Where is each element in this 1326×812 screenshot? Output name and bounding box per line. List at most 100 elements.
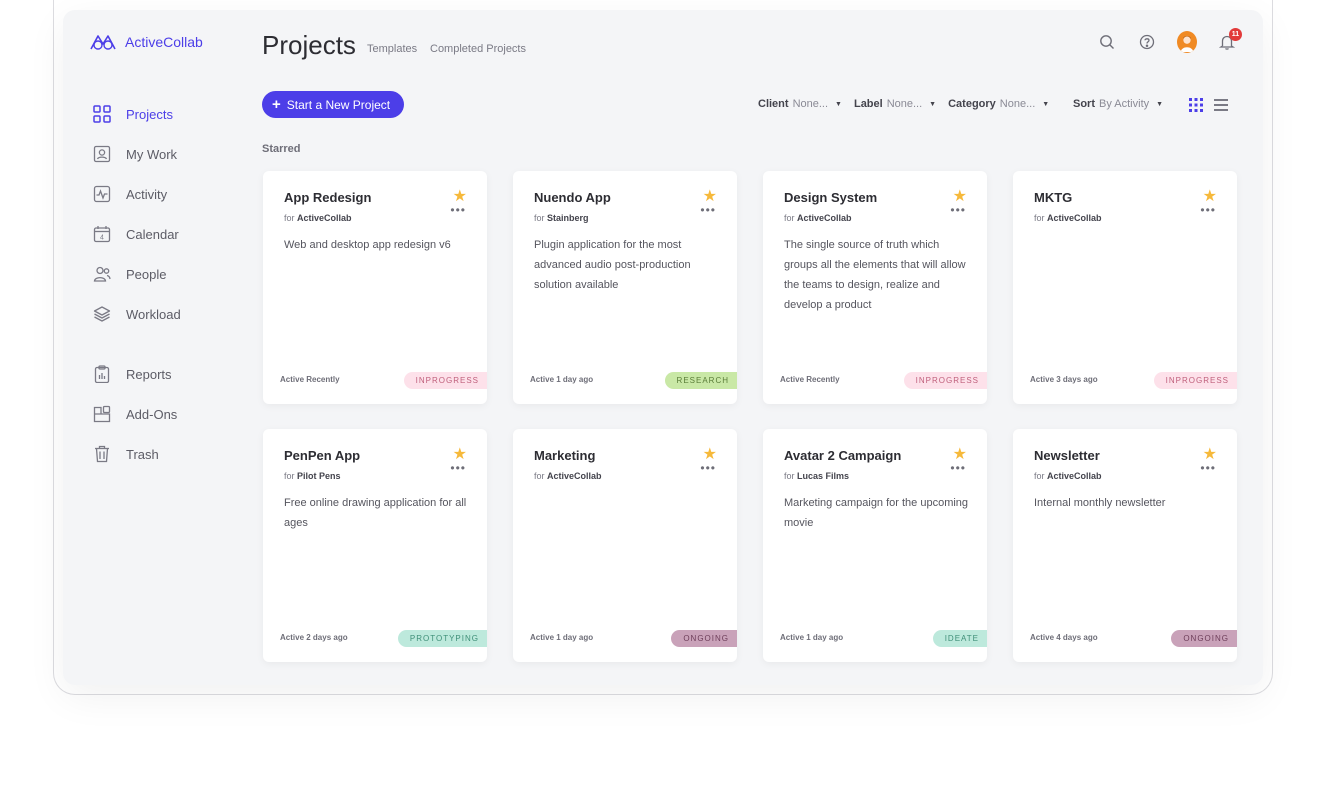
sidebar-item-my-work[interactable]: My Work bbox=[93, 134, 253, 174]
project-title: Marketing bbox=[534, 448, 596, 463]
grid-icon bbox=[93, 105, 111, 123]
project-card[interactable]: App Redesign for ActiveCollab Web and de… bbox=[263, 171, 487, 404]
project-description: Marketing campaign for the upcoming movi… bbox=[784, 497, 969, 529]
more-options-icon[interactable]: ••• bbox=[950, 204, 966, 216]
project-activity: Active Recently bbox=[780, 375, 840, 384]
start-new-project-label: Start a New Project bbox=[286, 97, 391, 112]
project-card[interactable]: Design System for ActiveCollab The singl… bbox=[763, 171, 987, 404]
sort-dropdown[interactable]: Sort By Activity ▼ bbox=[1073, 98, 1163, 110]
activity-icon bbox=[93, 185, 111, 203]
project-description: Web and desktop app redesign v6 bbox=[284, 239, 451, 251]
project-client: for ActiveCollab bbox=[1034, 213, 1102, 223]
sidebar-item-projects[interactable]: Projects bbox=[93, 94, 253, 134]
page-title: Projects bbox=[262, 30, 356, 60]
help-button[interactable] bbox=[1137, 32, 1157, 52]
project-client: for ActiveCollab bbox=[784, 213, 852, 223]
sort-value: By Activity bbox=[1099, 98, 1150, 110]
user-avatar-button[interactable] bbox=[1177, 31, 1197, 53]
sidebar-item-add-ons[interactable]: Add-Ons bbox=[93, 394, 253, 434]
project-activity: Active 3 days ago bbox=[1030, 375, 1098, 384]
label-filter-dropdown[interactable]: Label None... ▼ bbox=[854, 98, 936, 110]
templates-link[interactable]: Templates bbox=[367, 43, 417, 55]
project-card[interactable]: Avatar 2 Campaign for Lucas Films Market… bbox=[763, 429, 987, 662]
project-client: for ActiveCollab bbox=[284, 213, 352, 223]
filter-value: None... bbox=[792, 98, 829, 110]
more-options-icon[interactable]: ••• bbox=[700, 462, 716, 474]
sidebar-item-label: Activity bbox=[126, 186, 168, 202]
project-description: Free online drawing application for all … bbox=[284, 497, 467, 529]
client-name: Pilot Pens bbox=[297, 471, 341, 481]
project-client: for Pilot Pens bbox=[284, 471, 341, 481]
for-prefix: for bbox=[784, 471, 795, 481]
project-card[interactable]: Newsletter for ActiveCollab Internal mon… bbox=[1013, 429, 1237, 662]
filter-label: Category bbox=[948, 98, 996, 110]
sidebar-item-label: People bbox=[126, 266, 167, 282]
status-label: INPROGRESS bbox=[1153, 372, 1237, 389]
for-prefix: for bbox=[284, 213, 295, 223]
notifications-button[interactable]: 11 bbox=[1217, 28, 1242, 52]
project-card[interactable]: MKTG for ActiveCollab ★ ••• Active 3 day… bbox=[1013, 171, 1237, 404]
calendar-icon: 4 bbox=[93, 225, 111, 243]
client-name: Stainberg bbox=[547, 213, 589, 223]
project-client: for ActiveCollab bbox=[1034, 471, 1102, 481]
project-activity: Active 4 days ago bbox=[1030, 633, 1098, 642]
start-new-project-button[interactable]: + Start a New Project bbox=[262, 91, 405, 118]
list-view-toggle[interactable] bbox=[1214, 98, 1228, 117]
search-button[interactable] bbox=[1097, 32, 1117, 52]
sidebar-item-label: Workload bbox=[126, 306, 181, 322]
logo-text: ActiveCollab bbox=[125, 34, 203, 50]
sidebar-item-people[interactable]: People bbox=[93, 254, 253, 294]
project-client: for Lucas Films bbox=[784, 471, 849, 481]
app-window: ActiveCollab Projects My Work Activity 4 bbox=[63, 10, 1263, 685]
sidebar-item-trash[interactable]: Trash bbox=[93, 434, 253, 474]
completed-projects-link[interactable]: Completed Projects bbox=[430, 43, 526, 55]
clipboard-chart-icon bbox=[93, 365, 111, 383]
status-label: RESEARCH bbox=[664, 372, 737, 389]
category-filter-dropdown[interactable]: Category None... ▼ bbox=[948, 98, 1049, 110]
sidebar-item-activity[interactable]: Activity bbox=[93, 174, 253, 214]
sidebar-item-label: Calendar bbox=[126, 226, 179, 242]
calendar-day: 4 bbox=[100, 235, 104, 242]
client-filter-dropdown[interactable]: Client None... ▼ bbox=[758, 98, 842, 110]
sidebar-item-reports[interactable]: Reports bbox=[93, 354, 253, 394]
for-prefix: for bbox=[1034, 471, 1045, 481]
client-name: ActiveCollab bbox=[297, 213, 352, 223]
starred-section-label: Starred bbox=[262, 143, 301, 155]
filter-label: Client bbox=[758, 98, 789, 110]
status-label: IDEATE bbox=[932, 630, 987, 647]
help-icon bbox=[1139, 34, 1155, 50]
more-options-icon[interactable]: ••• bbox=[450, 204, 466, 216]
sidebar-item-label: Reports bbox=[126, 366, 172, 382]
project-card[interactable]: Nuendo App for Stainberg Plugin applicat… bbox=[513, 171, 737, 404]
for-prefix: for bbox=[534, 471, 545, 481]
more-options-icon[interactable]: ••• bbox=[950, 462, 966, 474]
caret-down-icon: ▼ bbox=[929, 100, 937, 108]
project-card[interactable]: Marketing for ActiveCollab ★ ••• Active … bbox=[513, 429, 737, 662]
project-title: MKTG bbox=[1034, 190, 1073, 205]
sidebar-item-label: Projects bbox=[126, 106, 173, 122]
for-prefix: for bbox=[1034, 213, 1045, 223]
client-name: Lucas Films bbox=[797, 471, 850, 481]
project-activity: Active Recently bbox=[280, 375, 340, 384]
notification-count-badge: 11 bbox=[1229, 28, 1242, 41]
sidebar-item-calendar[interactable]: 4 Calendar bbox=[93, 214, 253, 254]
app-logo[interactable]: ActiveCollab bbox=[89, 32, 203, 52]
add-ons-icon bbox=[93, 405, 111, 423]
project-title: Design System bbox=[784, 190, 878, 205]
more-options-icon[interactable]: ••• bbox=[1200, 462, 1216, 474]
more-options-icon[interactable]: ••• bbox=[700, 204, 716, 216]
client-name: ActiveCollab bbox=[547, 471, 602, 481]
project-grid: App Redesign for ActiveCollab Web and de… bbox=[263, 171, 1237, 662]
status-label: INPROGRESS bbox=[403, 372, 487, 389]
caret-down-icon: ▼ bbox=[1156, 100, 1164, 108]
project-card[interactable]: PenPen App for Pilot Pens Free online dr… bbox=[263, 429, 487, 662]
more-options-icon[interactable]: ••• bbox=[450, 462, 466, 474]
more-options-icon[interactable]: ••• bbox=[1200, 204, 1216, 216]
status-label: ONGOING bbox=[1171, 630, 1237, 647]
sidebar-item-workload[interactable]: Workload bbox=[93, 294, 253, 334]
for-prefix: for bbox=[534, 213, 545, 223]
filter-value: None... bbox=[886, 98, 923, 110]
for-prefix: for bbox=[284, 471, 295, 481]
grid-view-toggle[interactable] bbox=[1189, 98, 1203, 117]
filter-label: Label bbox=[853, 98, 883, 110]
